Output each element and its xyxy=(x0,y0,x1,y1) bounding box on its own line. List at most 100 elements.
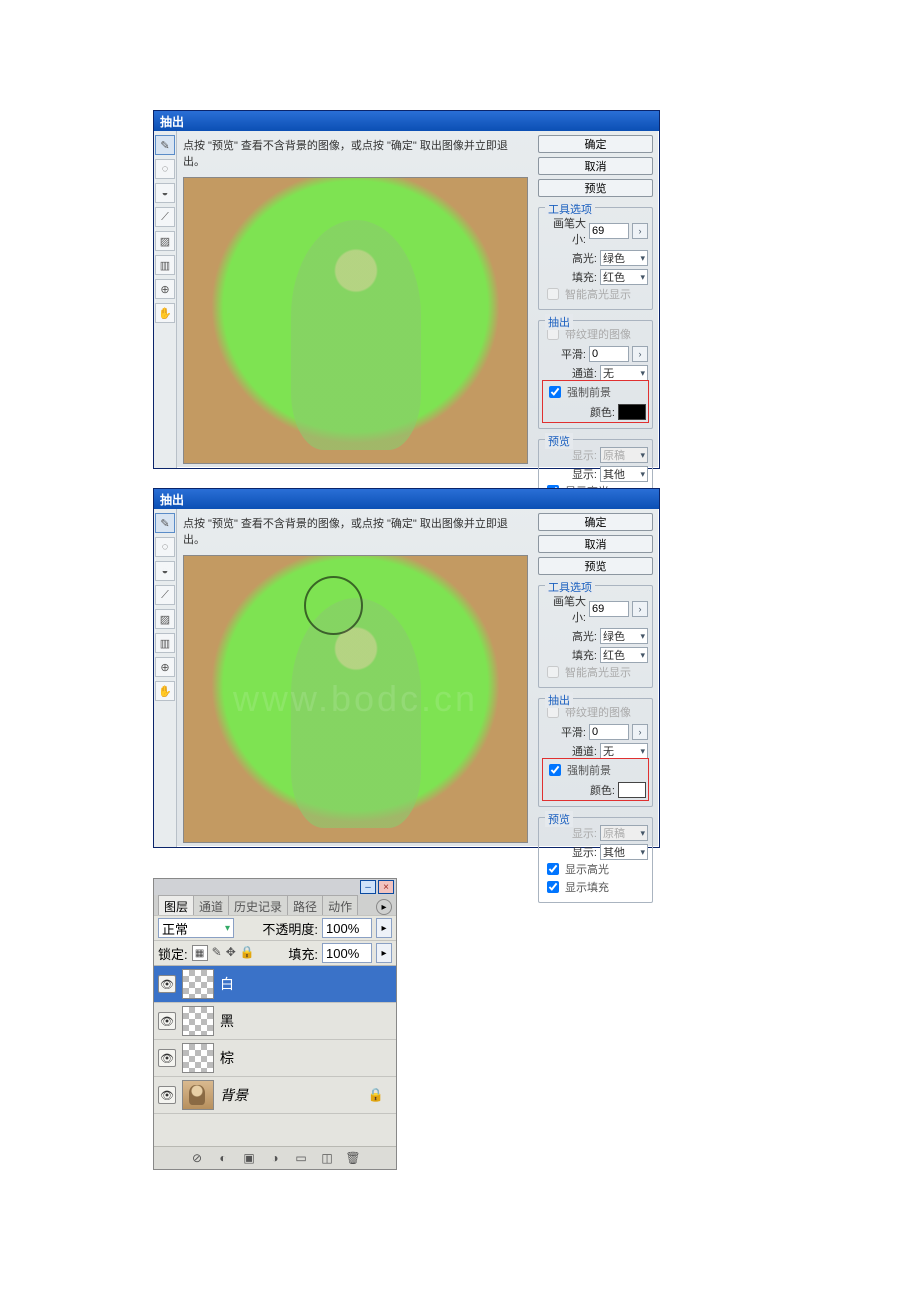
tab-history[interactable]: 历史记录 xyxy=(228,895,288,915)
ok-button[interactable]: 确定 xyxy=(538,513,653,531)
show-highlight-input[interactable] xyxy=(547,863,559,875)
force-fg-input[interactable] xyxy=(549,764,561,776)
force-foreground-checkbox[interactable]: 强制前景 xyxy=(545,761,646,779)
preview-canvas[interactable] xyxy=(183,555,528,843)
fill-opacity-stepper[interactable]: ▸ xyxy=(376,943,392,963)
extraction-group: 抽出 带纹理的图像 平滑: › 通道: 无 强制前景 xyxy=(538,698,653,807)
hint-text: 点按 "预览" 查看不含背景的图像，或点按 "确定" 取出图像并立即退出。 xyxy=(183,135,528,173)
smart-highlight-label: 智能高光显示 xyxy=(565,664,631,680)
display-select[interactable]: 其他 xyxy=(600,844,648,860)
layer-item[interactable]: 👁 白 xyxy=(154,966,396,1003)
smooth-input[interactable] xyxy=(589,724,629,740)
smart-highlight-checkbox[interactable]: 智能高光显示 xyxy=(543,285,648,303)
tool-eyedropper[interactable]: ⟋ xyxy=(155,585,175,605)
layer-item[interactable]: 👁 棕 xyxy=(154,1040,396,1077)
fill-opacity-label: 填充: xyxy=(288,944,318,963)
tool-highlighter[interactable]: ✎ xyxy=(155,135,175,155)
smart-highlight-input[interactable] xyxy=(547,288,559,300)
tool-highlighter[interactable]: ✎ xyxy=(155,513,175,533)
brush-size-stepper[interactable]: › xyxy=(632,223,648,239)
force-foreground-checkbox[interactable]: 强制前景 xyxy=(545,383,646,401)
tool-hand[interactable]: ✋ xyxy=(155,681,175,701)
opacity-stepper[interactable]: ▸ xyxy=(376,918,392,938)
group-title: 预览 xyxy=(545,811,573,827)
lock-move-icon[interactable]: ✥ xyxy=(226,945,236,961)
ok-button[interactable]: 确定 xyxy=(538,135,653,153)
preview-button[interactable]: 预览 xyxy=(538,179,653,197)
tool-edge-touchup[interactable]: ▥ xyxy=(155,633,175,653)
panel-menu-icon[interactable]: ▸ xyxy=(376,899,392,915)
lock-all-icon[interactable]: 🔒 xyxy=(240,945,255,961)
show-select: 原稿 xyxy=(600,825,648,841)
color-swatch[interactable] xyxy=(618,404,646,420)
tool-eraser[interactable]: ◒ xyxy=(155,561,175,581)
tool-fill[interactable]: ◌ xyxy=(155,159,175,179)
brush-size-stepper[interactable]: › xyxy=(632,601,648,617)
fx-icon[interactable]: ◐ xyxy=(215,1150,231,1166)
cancel-button[interactable]: 取消 xyxy=(538,157,653,175)
smooth-stepper[interactable]: › xyxy=(632,346,648,362)
show-fill-label: 显示填充 xyxy=(565,879,609,895)
tab-actions[interactable]: 动作 xyxy=(322,895,358,915)
visibility-icon[interactable]: 👁 xyxy=(158,975,176,993)
channel-select[interactable]: 无 xyxy=(600,365,648,381)
display-select[interactable]: 其他 xyxy=(600,466,648,482)
tool-zoom[interactable]: ⊕ xyxy=(155,279,175,299)
visibility-icon[interactable]: 👁 xyxy=(158,1012,176,1030)
force-fg-input[interactable] xyxy=(549,386,561,398)
group-icon[interactable]: ▭ xyxy=(293,1150,309,1166)
show-fill-checkbox[interactable]: 显示填充 xyxy=(543,878,648,896)
tool-hand[interactable]: ✋ xyxy=(155,303,175,323)
subject-silhouette xyxy=(291,598,421,828)
preview-button[interactable]: 预览 xyxy=(538,557,653,575)
layer-thumb xyxy=(182,1006,214,1036)
show-select: 原稿 xyxy=(600,447,648,463)
layer-item[interactable]: 👁 背景 🔒 xyxy=(154,1077,396,1114)
color-swatch[interactable] xyxy=(618,782,646,798)
smart-highlight-checkbox[interactable]: 智能高光显示 xyxy=(543,663,648,681)
dialog-title: 抽出 xyxy=(154,489,659,509)
tool-zoom[interactable]: ⊕ xyxy=(155,657,175,677)
visibility-icon[interactable]: 👁 xyxy=(158,1086,176,1104)
show-fill-input[interactable] xyxy=(547,881,559,893)
minimize-icon[interactable]: – xyxy=(360,880,376,894)
mask-icon[interactable]: ▣ xyxy=(241,1150,257,1166)
brush-size-input[interactable] xyxy=(589,601,629,617)
tab-paths[interactable]: 路径 xyxy=(287,895,323,915)
tab-layers[interactable]: 图层 xyxy=(158,895,194,915)
lock-transparency-icon[interactable]: ▦ xyxy=(192,945,208,961)
smooth-input[interactable] xyxy=(589,346,629,362)
fill-select[interactable]: 红色 xyxy=(600,647,648,663)
tool-eyedropper[interactable]: ⟋ xyxy=(155,207,175,227)
fill-opacity-input[interactable]: 100% xyxy=(322,943,372,963)
smart-highlight-input[interactable] xyxy=(547,666,559,678)
subject-silhouette xyxy=(291,220,421,450)
tab-channels[interactable]: 通道 xyxy=(193,895,229,915)
tool-fill[interactable]: ◌ xyxy=(155,537,175,557)
highlight-select[interactable]: 绿色 xyxy=(600,628,648,644)
layer-item[interactable]: 👁 黑 xyxy=(154,1003,396,1040)
fill-select[interactable]: 红色 xyxy=(600,269,648,285)
close-icon[interactable]: × xyxy=(378,880,394,894)
tool-eraser[interactable]: ◒ xyxy=(155,183,175,203)
smooth-stepper[interactable]: › xyxy=(632,724,648,740)
trash-icon[interactable]: 🗑 xyxy=(345,1150,361,1166)
tool-cleanup[interactable]: ▨ xyxy=(155,609,175,629)
blend-mode-select[interactable]: 正常 xyxy=(158,918,234,938)
adjustment-icon[interactable]: ◑ xyxy=(267,1150,283,1166)
brush-size-input[interactable] xyxy=(589,223,629,239)
cancel-button[interactable]: 取消 xyxy=(538,535,653,553)
channel-select[interactable]: 无 xyxy=(600,743,648,759)
lock-paint-icon[interactable]: ✎ xyxy=(212,945,222,961)
tool-edge-touchup[interactable]: ▥ xyxy=(155,255,175,275)
smooth-label: 平滑: xyxy=(543,346,586,362)
brush-cursor-icon xyxy=(304,576,363,635)
show-highlight-checkbox[interactable]: 显示高光 xyxy=(543,860,648,878)
tool-cleanup[interactable]: ▨ xyxy=(155,231,175,251)
opacity-input[interactable]: 100% xyxy=(322,918,372,938)
preview-canvas[interactable] xyxy=(183,177,528,464)
highlight-select[interactable]: 绿色 xyxy=(600,250,648,266)
link-icon[interactable]: ⊘ xyxy=(189,1150,205,1166)
new-layer-icon[interactable]: ◫ xyxy=(319,1150,335,1166)
visibility-icon[interactable]: 👁 xyxy=(158,1049,176,1067)
